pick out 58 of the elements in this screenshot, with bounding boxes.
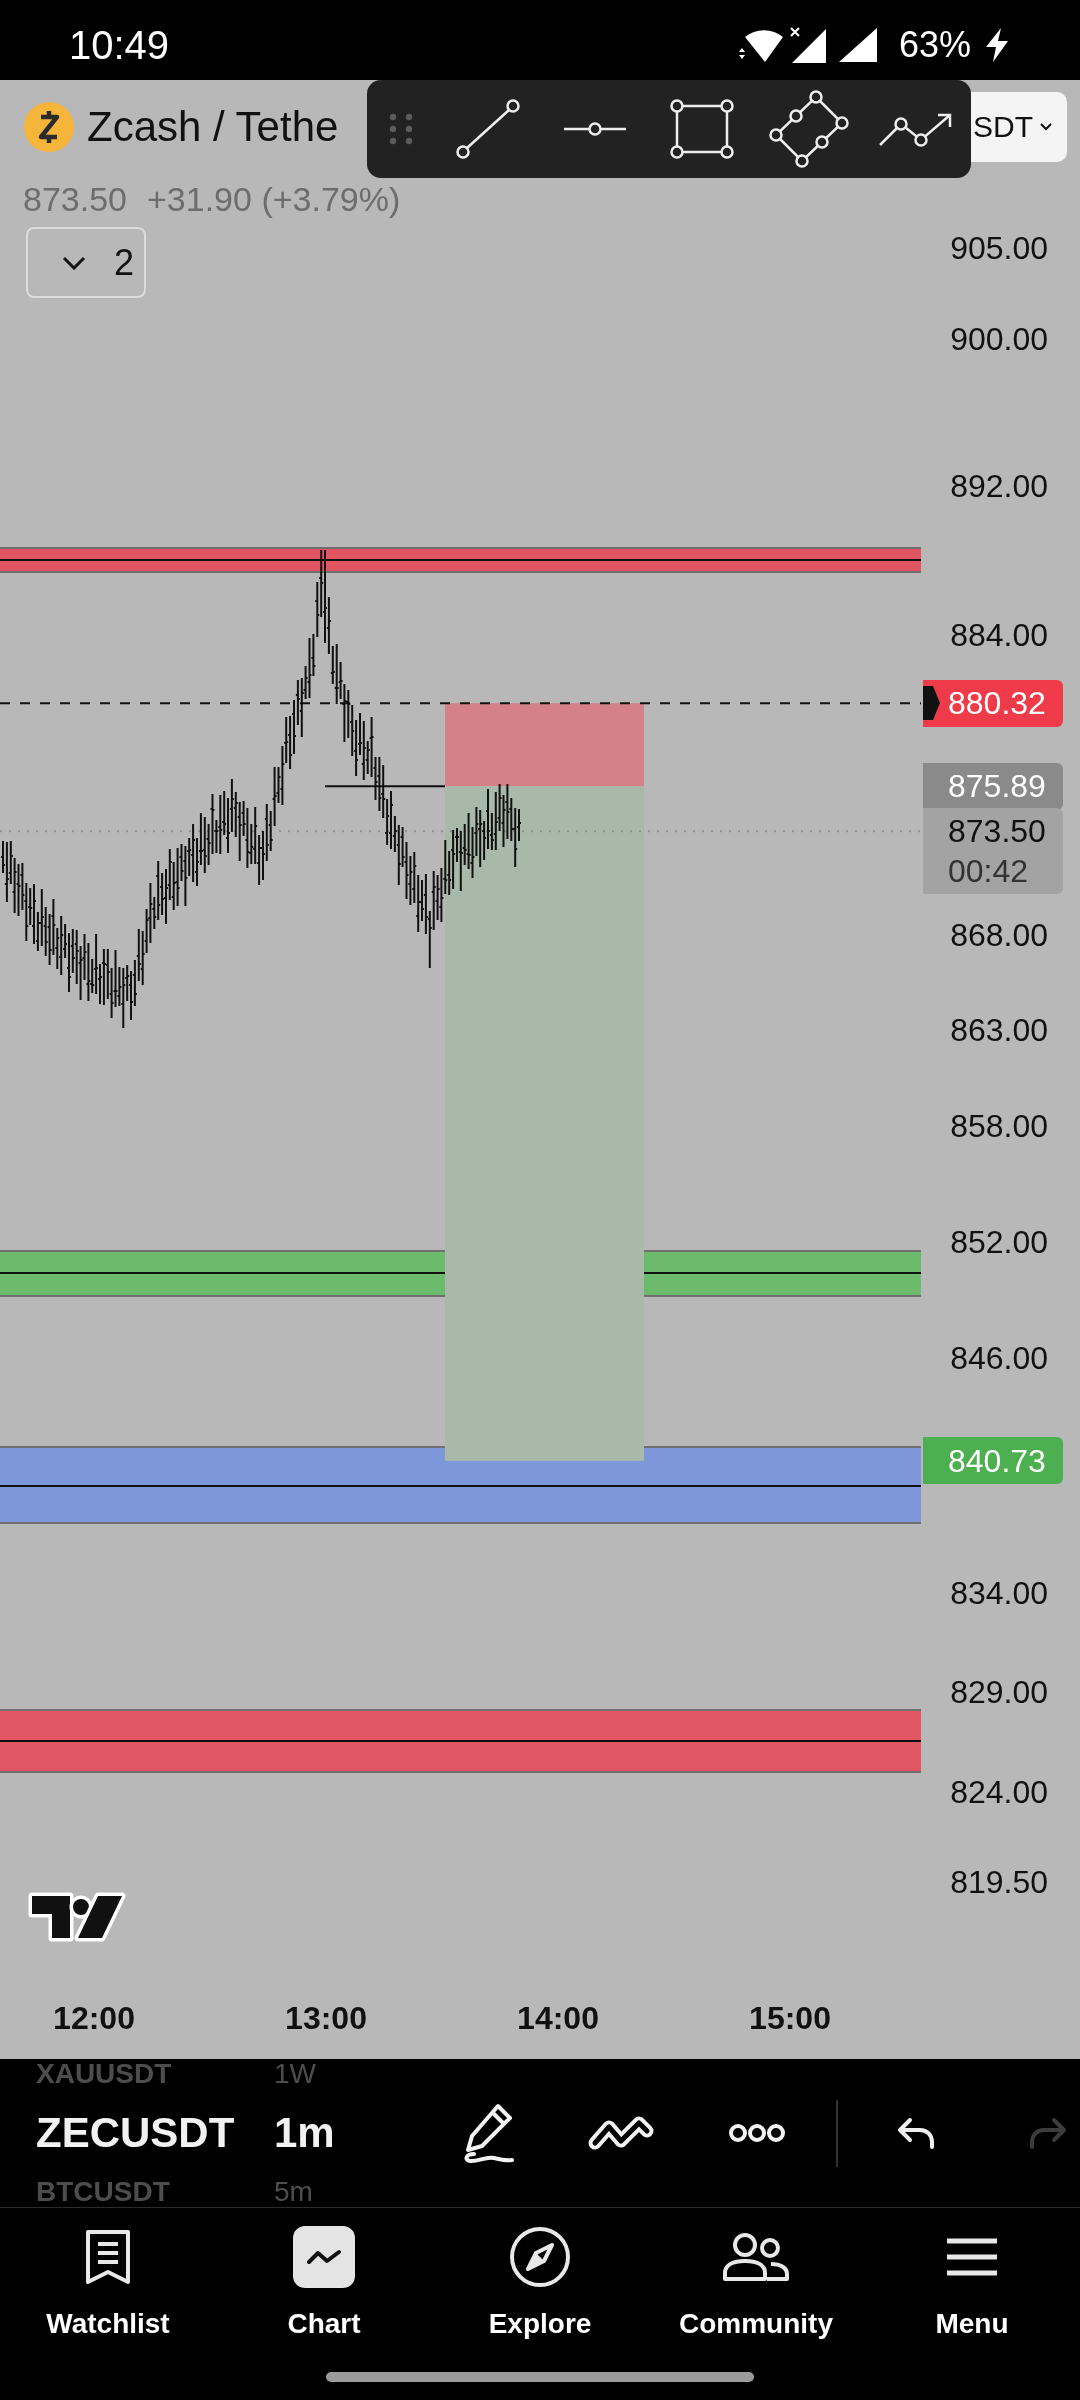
price-axis-label: 819.50 (950, 1864, 1048, 1900)
price-axis-label: 892.00 (950, 468, 1048, 505)
horizontal-line-icon (563, 121, 626, 137)
last-price: 873.50 (23, 180, 127, 218)
chevron-down-icon (62, 255, 86, 270)
coin-logo-icon (24, 102, 74, 152)
time-label: 15:00 (749, 2000, 831, 2036)
rotated-rectangle-icon (768, 90, 849, 168)
currency-button[interactable]: SDT (971, 92, 1067, 162)
nav-tab[interactable]: Watchlist (46, 2226, 170, 2340)
menu-icon (945, 2237, 999, 2277)
clock-time: 10:49 (69, 22, 170, 68)
logo-icon (28, 1890, 126, 1944)
price-change: +31.90 (+3.79%) (147, 180, 401, 218)
price-axis-label: 884.00 (950, 616, 1048, 653)
price-axis-label: 852.00 (950, 1223, 1048, 1260)
wifi-icon (738, 28, 783, 62)
battery-percentage: 63% (898, 24, 971, 66)
nav-tab[interactable]: Chart (287, 2226, 361, 2340)
time-label: 12:00 (53, 2000, 135, 2036)
trend-line-icon (455, 99, 520, 159)
price-label: 840.73 (948, 1441, 1046, 1481)
price-axis-label: 900.00 (950, 321, 1048, 358)
bookmark-list-icon (85, 2229, 131, 2285)
price-label: 873.50 (948, 812, 1046, 852)
people-icon (723, 2233, 789, 2281)
chevron-down-icon (1040, 123, 1052, 131)
price-axis-label: 834.00 (950, 1575, 1048, 1612)
marker-icon (923, 686, 940, 721)
indicators-toggle-button[interactable]: 2 (26, 227, 146, 298)
signal-icon (838, 28, 877, 62)
undo-icon (896, 2117, 936, 2149)
price-axis-label: 868.00 (950, 917, 1048, 954)
chart-icon (293, 2226, 355, 2288)
signal-icon (789, 27, 826, 63)
symbol-option[interactable]: ZECUSDT (36, 2105, 235, 2161)
price-axis-label: 824.00 (950, 1773, 1048, 1810)
countdown-timer: 00:42 (948, 852, 1029, 892)
drag-handle-icon[interactable] (389, 112, 413, 146)
time-label: 14:00 (517, 2000, 599, 2036)
price-axis-label: 846.00 (950, 1340, 1048, 1376)
price-label: 875.89 (948, 767, 1046, 807)
rectangle-icon (669, 99, 734, 159)
nav-tab[interactable]: Community (679, 2226, 833, 2340)
price-axis-label: 863.00 (950, 1012, 1048, 1049)
price-label: 880.32 (948, 684, 1046, 724)
price-axis-label: 829.00 (950, 1674, 1048, 1711)
nav-tab[interactable]: Explore (488, 2226, 592, 2340)
charging-bolt-icon (983, 28, 1011, 62)
price-axis-label: 858.00 (950, 1108, 1048, 1145)
compass-icon (509, 2226, 571, 2288)
more-icon (728, 2123, 786, 2143)
time-label: 13:00 (285, 2000, 367, 2036)
nav-tab[interactable]: Menu (935, 2226, 1009, 2340)
price-axis-label: 905.00 (950, 230, 1048, 266)
interval-option[interactable]: 1m (274, 2105, 335, 2161)
redo-icon (1028, 2117, 1068, 2149)
symbol-title: Zcash / Tethe (87, 102, 339, 152)
